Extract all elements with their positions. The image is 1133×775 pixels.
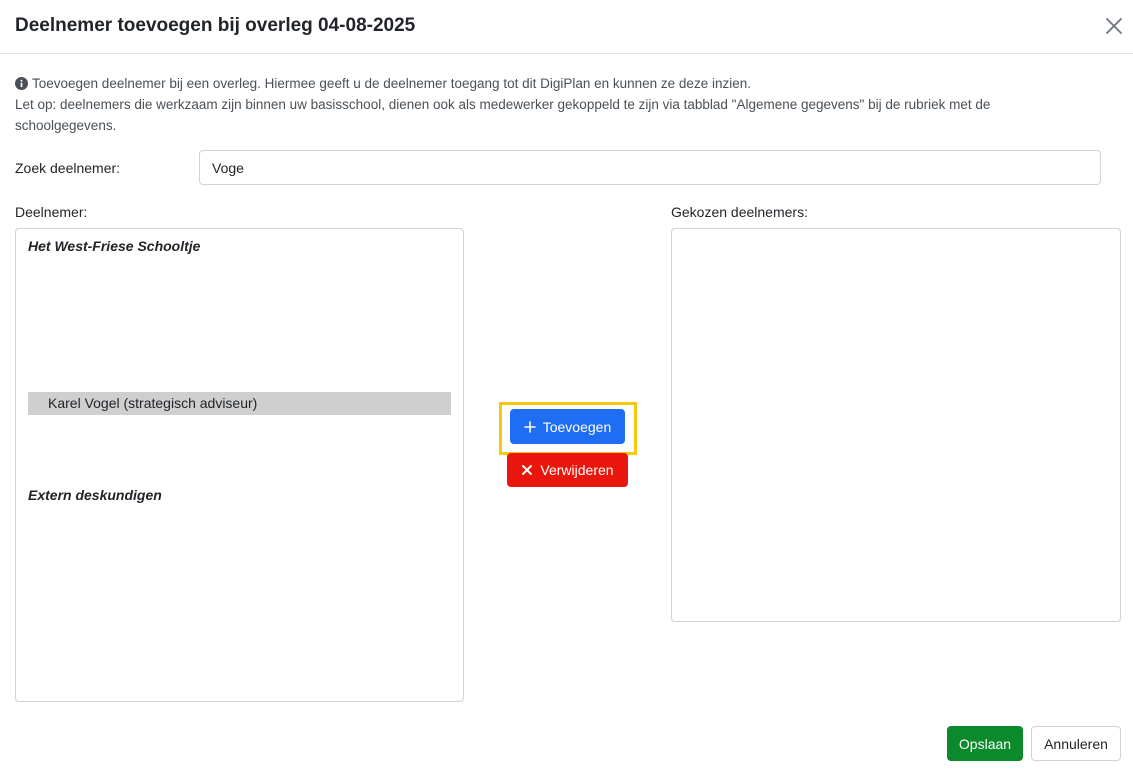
close-button[interactable]	[1102, 14, 1126, 38]
dialog-header: Deelnemer toevoegen bij overleg 04-08-20…	[0, 0, 1133, 54]
add-button[interactable]: Toevoegen	[510, 409, 625, 444]
remove-button-label: Verwijderen	[540, 462, 614, 478]
dialog-title: Deelnemer toevoegen bij overleg 04-08-20…	[15, 15, 416, 36]
info-icon	[15, 77, 28, 90]
search-input[interactable]	[199, 150, 1101, 185]
close-icon	[1102, 14, 1126, 38]
info-line-1-text: Toevoegen deelnemer bij een overleg. Hie…	[32, 76, 751, 91]
times-icon	[521, 464, 533, 476]
add-button-label: Toevoegen	[542, 418, 612, 435]
cancel-button[interactable]: Annuleren	[1031, 726, 1121, 761]
plus-icon	[523, 420, 536, 433]
info-line-1: Toevoegen deelnemer bij een overleg. Hie…	[15, 73, 1115, 94]
info-line-2: Let op: deelnemers die werkzaam zijn bin…	[15, 97, 991, 112]
add-participant-dialog: Deelnemer toevoegen bij overleg 04-08-20…	[0, 0, 1133, 775]
selected-participants-list[interactable]	[671, 228, 1121, 622]
available-participants-list[interactable]: Het West-Friese Schooltje Karel Vogel (s…	[15, 228, 464, 702]
save-button[interactable]: Opslaan	[947, 726, 1023, 761]
info-text: Toevoegen deelnemer bij een overleg. Hie…	[15, 73, 1115, 136]
selected-label: Gekozen deelnemers:	[671, 204, 808, 220]
search-label: Zoek deelnemer:	[15, 160, 121, 176]
list-item[interactable]: Karel Vogel (strategisch adviseur)	[28, 392, 451, 415]
remove-button[interactable]: Verwijderen	[507, 453, 628, 487]
group-heading-external: Extern deskundigen	[28, 487, 162, 503]
info-line-3: schoolgegevens.	[15, 118, 117, 133]
group-heading-school: Het West-Friese Schooltje	[28, 238, 201, 254]
available-label: Deelnemer:	[15, 204, 88, 220]
